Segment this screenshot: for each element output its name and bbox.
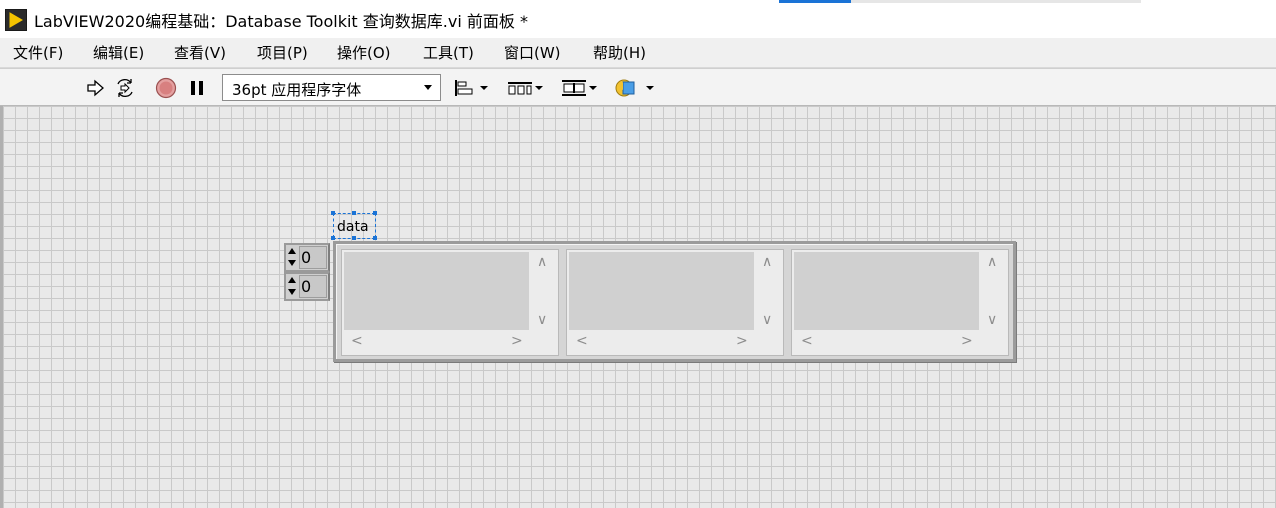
increment-up-icon[interactable] [288,277,296,283]
chevron-up-icon[interactable]: ∧ [537,255,547,269]
menu-bar: 文件(F) 编辑(E) 查看(V) 项目(P) 操作(O) 工具(T) 窗口(W… [0,38,1276,68]
array-element-string[interactable]: ∧ ∨ < > [566,249,784,356]
chevron-up-icon[interactable]: ∧ [987,255,997,269]
chevron-down-icon[interactable]: ∨ [537,313,547,327]
increment-down-icon[interactable] [288,260,296,266]
reorder-icon[interactable] [614,77,654,99]
resize-handle[interactable] [331,236,335,240]
abort-icon[interactable] [155,77,177,99]
index-increment-control[interactable] [287,246,298,270]
run-continuously-icon[interactable] [114,77,136,99]
chevron-up-icon[interactable]: ∧ [762,255,772,269]
array-control[interactable]: ∧ ∨ < > ∧ ∨ < > ∧ ∨ < > [333,241,1016,362]
menu-view[interactable]: 查看(V) [174,42,226,63]
chevron-right-icon[interactable]: > [736,334,748,348]
menu-window[interactable]: 窗口(W) [504,42,561,63]
index-value[interactable]: 0 [299,246,327,269]
resize-handle[interactable] [352,236,356,240]
array-index-row: 0 [284,243,330,272]
array-label[interactable]: data [334,216,372,238]
vertical-scrollbar[interactable]: ∧ ∨ [981,251,1007,333]
pause-icon[interactable] [186,77,208,99]
string-text-area[interactable] [794,252,979,332]
chevron-left-icon[interactable]: < [576,334,588,348]
chevron-left-icon[interactable]: < [351,334,363,348]
font-select-value: 36pt 应用程序字体 [232,81,362,99]
font-select[interactable]: 36pt 应用程序字体 [222,74,441,101]
window-title: LabVIEW2020编程基础：Database Toolkit 查询数据库.v… [34,12,528,31]
distribute-objects-icon[interactable] [506,77,544,99]
labview-run-icon [5,9,27,31]
chevron-right-icon[interactable]: > [961,334,973,348]
chevron-down-icon[interactable]: ∨ [987,313,997,327]
selection-outline-left [333,213,334,238]
resize-handle[interactable] [331,211,335,215]
title-strip [851,0,1141,3]
menu-operate[interactable]: 操作(O) [337,42,391,63]
menu-edit[interactable]: 编辑(E) [93,42,144,63]
string-text-area[interactable] [344,252,529,332]
resize-handle[interactable] [352,211,356,215]
horizontal-scrollbar[interactable]: < > [343,330,531,354]
menu-file[interactable]: 文件(F) [13,42,63,63]
menu-tools[interactable]: 工具(T) [423,42,474,63]
vertical-scrollbar[interactable]: ∧ ∨ [531,251,557,333]
increment-up-icon[interactable] [288,248,296,254]
resize-handle[interactable] [373,211,377,215]
selection-outline-right [375,213,376,238]
title-bar: LabVIEW2020编程基础：Database Toolkit 查询数据库.v… [0,0,1276,38]
horizontal-scrollbar[interactable]: < > [568,330,756,354]
index-value[interactable]: 0 [299,275,327,298]
title-accent-bar [779,0,851,3]
array-element-string[interactable]: ∧ ∨ < > [341,249,559,356]
increment-down-icon[interactable] [288,289,296,295]
resize-objects-icon[interactable] [560,77,598,99]
vertical-scrollbar[interactable]: ∧ ∨ [756,251,782,333]
run-arrow-icon[interactable] [84,77,106,99]
toolbar: 36pt 应用程序字体 [0,68,1276,106]
resize-handle[interactable] [373,236,377,240]
array-index-column: 0 [284,272,330,301]
chevron-right-icon[interactable]: > [511,334,523,348]
chevron-down-icon[interactable]: ∨ [762,313,772,327]
menu-help[interactable]: 帮助(H) [593,42,646,63]
index-increment-control[interactable] [287,275,298,299]
chevron-down-icon [424,85,432,90]
chevron-left-icon[interactable]: < [801,334,813,348]
menu-project[interactable]: 项目(P) [257,42,308,63]
string-text-area[interactable] [569,252,754,332]
horizontal-scrollbar[interactable]: < > [793,330,981,354]
array-element-string[interactable]: ∧ ∨ < > [791,249,1009,356]
align-objects-icon[interactable] [453,77,491,99]
